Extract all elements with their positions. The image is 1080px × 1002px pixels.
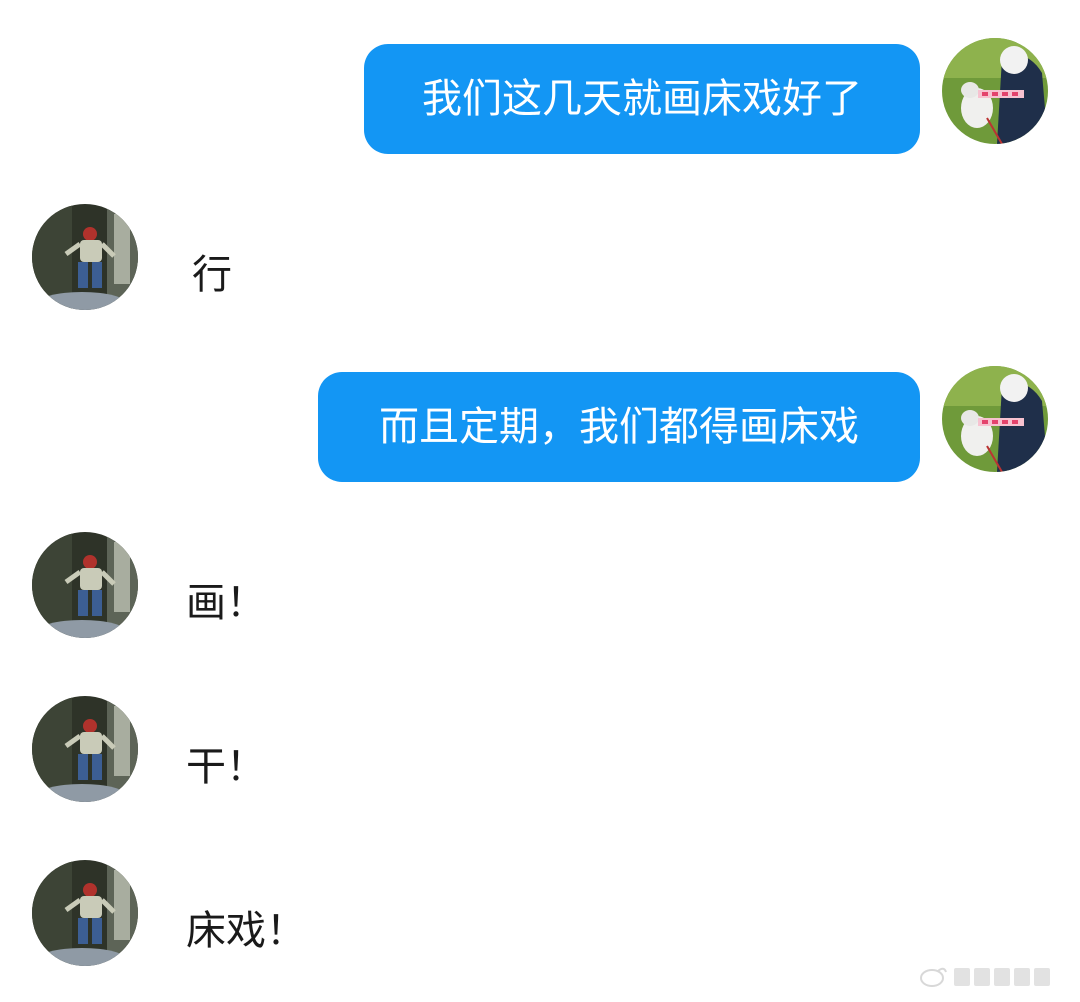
avatar-photo-icon [32, 532, 138, 638]
self-avatar[interactable] [942, 366, 1048, 472]
peer-avatar[interactable] [32, 204, 138, 310]
incoming-message-text[interactable]: 干！ [186, 734, 266, 792]
peer-avatar[interactable] [32, 860, 138, 966]
avatar-photo-icon [32, 696, 138, 802]
incoming-message-text[interactable]: 画！ [186, 570, 266, 628]
watermark-logo-icon [918, 960, 1068, 994]
incoming-message-text[interactable]: 行 [192, 242, 232, 300]
incoming-message-text[interactable]: 床戏！ [186, 898, 306, 956]
outgoing-message-bubble[interactable]: 而且定期，我们都得画床戏 [318, 372, 920, 482]
avatar-photo-icon [942, 38, 1048, 144]
peer-avatar[interactable] [32, 532, 138, 638]
peer-avatar[interactable] [32, 696, 138, 802]
outgoing-message-bubble[interactable]: 我们这几天就画床戏好了 [364, 44, 920, 154]
avatar-photo-icon [32, 204, 138, 310]
self-avatar[interactable] [942, 38, 1048, 144]
avatar-photo-icon [942, 366, 1048, 472]
avatar-photo-icon [32, 860, 138, 966]
